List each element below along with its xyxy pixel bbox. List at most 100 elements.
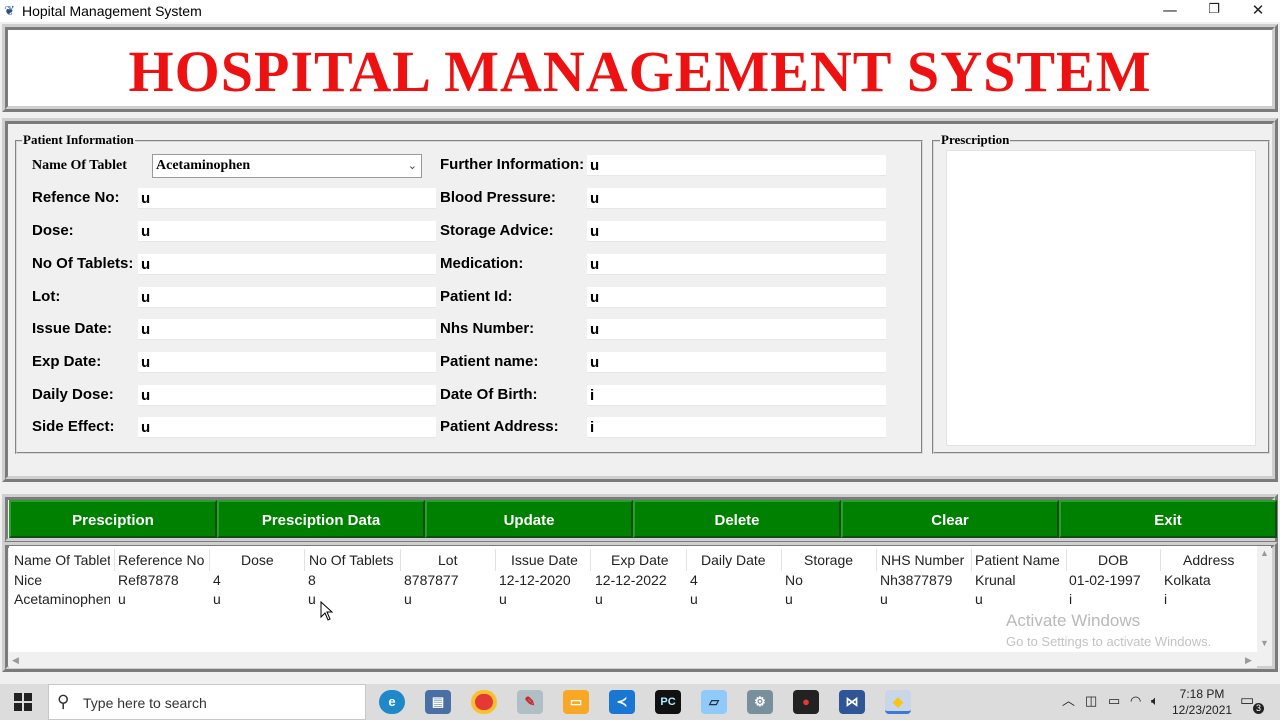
date-of-birth-input[interactable] bbox=[587, 385, 886, 406]
table-cell: 8787877 bbox=[404, 572, 459, 588]
chrome-icon[interactable] bbox=[471, 690, 497, 714]
column-header-no-of-tablets[interactable]: No Of Tablets bbox=[309, 551, 399, 569]
further-information-input[interactable] bbox=[587, 155, 886, 176]
horizontal-scrollbar[interactable]: ◀ ▶ bbox=[9, 652, 1257, 668]
notification-icon[interactable]: ▭ bbox=[1240, 693, 1254, 709]
chevron-down-icon[interactable]: ⌄ bbox=[408, 157, 417, 175]
column-header-dob[interactable]: DOB bbox=[1098, 551, 1158, 569]
table-cell: u bbox=[880, 591, 888, 607]
side-effect-label: Side Effect: bbox=[32, 418, 115, 435]
vscode-icon[interactable]: ≺ bbox=[609, 690, 635, 714]
table-cell: 12-12-2022 bbox=[595, 572, 667, 588]
visual-studio-icon[interactable]: ⋈ bbox=[839, 690, 865, 714]
clock-time[interactable]: 7:18 PM bbox=[1176, 687, 1228, 701]
blood-pressure-input[interactable] bbox=[587, 188, 886, 209]
column-header-patient-name[interactable]: Patient Name bbox=[975, 551, 1065, 569]
notepad-icon[interactable]: ▱ bbox=[701, 690, 727, 714]
file-explorer-icon[interactable]: ▭ bbox=[563, 690, 589, 714]
prescription-button[interactable]: Presciption bbox=[9, 500, 217, 538]
column-header-nhs-number[interactable]: NHS Number bbox=[881, 551, 969, 569]
daily-dose-input[interactable] bbox=[138, 385, 436, 406]
edge-icon[interactable]: e bbox=[379, 690, 405, 714]
table-cell: i bbox=[1164, 591, 1168, 607]
nhs-number-label: Nhs Number: bbox=[440, 320, 535, 337]
table-cell: u bbox=[690, 591, 698, 607]
column-header-daily-date[interactable]: Daily Date bbox=[701, 551, 779, 569]
header-frame: HOSPITAL MANAGEMENT SYSTEM bbox=[2, 24, 1278, 112]
delete-button[interactable]: Delete bbox=[633, 500, 841, 538]
side-effect-input[interactable] bbox=[138, 417, 436, 438]
window-title-bar: ❦ Hopital Management System — ❐ ✕ bbox=[0, 0, 1280, 22]
clear-button[interactable]: Clear bbox=[841, 500, 1059, 538]
column-header-dose[interactable]: Dose bbox=[241, 551, 301, 569]
start-icon[interactable] bbox=[14, 693, 32, 711]
search-icon: ⚲ bbox=[57, 692, 70, 711]
patient-name-input[interactable] bbox=[587, 352, 886, 373]
python-icon[interactable]: ◆ bbox=[885, 690, 911, 714]
wifi-icon[interactable]: ◠ bbox=[1130, 694, 1141, 708]
date-of-birth-label: Date Of Birth: bbox=[440, 386, 538, 403]
patient-address-input[interactable] bbox=[587, 417, 886, 438]
mouse-cursor-icon bbox=[320, 601, 334, 621]
app-heading: HOSPITAL MANAGEMENT SYSTEM bbox=[128, 39, 1152, 104]
close-button[interactable]: ✕ bbox=[1236, 0, 1280, 22]
tk-feather-icon: ❦ bbox=[4, 3, 15, 18]
patient-id-input[interactable] bbox=[587, 287, 886, 308]
minimize-button[interactable]: — bbox=[1148, 0, 1192, 22]
battery-icon[interactable]: ▭ bbox=[1108, 694, 1120, 708]
restore-button[interactable]: ❐ bbox=[1192, 0, 1236, 22]
no-of-tablets-input[interactable] bbox=[138, 254, 436, 275]
scroll-down-icon[interactable]: ▼ bbox=[1260, 638, 1269, 648]
tray-overflow-icon[interactable]: ︿ bbox=[1062, 694, 1075, 708]
media-icon[interactable]: ● bbox=[793, 690, 819, 714]
table-cell: Acetaminophen bbox=[14, 591, 110, 607]
table-cell: Ref87878 bbox=[118, 572, 179, 588]
task-view-icon[interactable]: ▤ bbox=[425, 690, 451, 714]
scroll-up-icon[interactable]: ▲ bbox=[1260, 548, 1269, 558]
settings-icon[interactable]: ⚙ bbox=[747, 690, 773, 714]
update-button[interactable]: Update bbox=[425, 500, 633, 538]
scroll-left-icon[interactable]: ◀ bbox=[12, 655, 19, 665]
tablet-name-value: Acetaminophen bbox=[156, 158, 251, 173]
tablet-name-label: Name Of Tablet bbox=[32, 158, 127, 173]
paint-icon[interactable]: ✎ bbox=[517, 690, 543, 714]
column-header-lot[interactable]: Lot bbox=[438, 551, 488, 569]
lot-input[interactable] bbox=[138, 287, 436, 308]
tablet-name-combobox[interactable]: Acetaminophen ⌄ bbox=[152, 154, 422, 178]
meet-now-icon[interactable]: ◫ bbox=[1085, 694, 1097, 708]
table-cell: u bbox=[975, 591, 983, 607]
search-placeholder: Type here to search bbox=[83, 695, 207, 711]
clock-date[interactable]: 12/23/2021 bbox=[1172, 703, 1232, 717]
nhs-number-input[interactable] bbox=[587, 319, 886, 340]
table-cell: 12-12-2020 bbox=[499, 572, 571, 588]
table-cell: 4 bbox=[690, 572, 698, 588]
column-header-issue-date[interactable]: Issue Date bbox=[511, 551, 589, 569]
issue-date-input[interactable] bbox=[138, 319, 436, 340]
taskbar-search-box[interactable]: ⚲ Type here to search bbox=[48, 684, 366, 720]
medication-input[interactable] bbox=[587, 254, 886, 275]
column-header-exp-date[interactable]: Exp Date bbox=[611, 551, 685, 569]
dose-input[interactable] bbox=[138, 221, 436, 242]
volume-icon[interactable]: 🔈︎ bbox=[1151, 694, 1159, 708]
table-cell: Krunal bbox=[975, 572, 1016, 588]
column-header-address[interactable]: Address bbox=[1183, 551, 1243, 569]
table-cell: u bbox=[118, 591, 126, 607]
scroll-right-icon[interactable]: ▶ bbox=[1245, 655, 1252, 665]
column-header-name-of-tablet[interactable]: Name Of Tablet bbox=[14, 551, 110, 569]
column-header-reference-no[interactable]: Reference No bbox=[118, 551, 208, 569]
issue-date-label: Issue Date: bbox=[32, 320, 113, 337]
exit-button[interactable]: Exit bbox=[1059, 500, 1277, 538]
table-cell: u bbox=[499, 591, 507, 607]
medication-label: Medication: bbox=[440, 255, 524, 272]
prescription-data-button[interactable]: Presciption Data bbox=[217, 500, 425, 538]
reference-no-input[interactable] bbox=[138, 188, 436, 209]
storage-advice-input[interactable] bbox=[587, 221, 886, 242]
exp-date-input[interactable] bbox=[138, 352, 436, 373]
prescription-text-area[interactable] bbox=[946, 150, 1256, 446]
patient-info-label: Patient Information bbox=[22, 132, 135, 147]
lot-label: Lot: bbox=[32, 288, 61, 305]
pycharm-icon[interactable]: PC bbox=[655, 690, 681, 714]
vertical-scrollbar[interactable]: ▲ ▼ bbox=[1257, 546, 1271, 652]
table-cell: u bbox=[595, 591, 603, 607]
column-header-storage[interactable]: Storage bbox=[804, 551, 874, 569]
